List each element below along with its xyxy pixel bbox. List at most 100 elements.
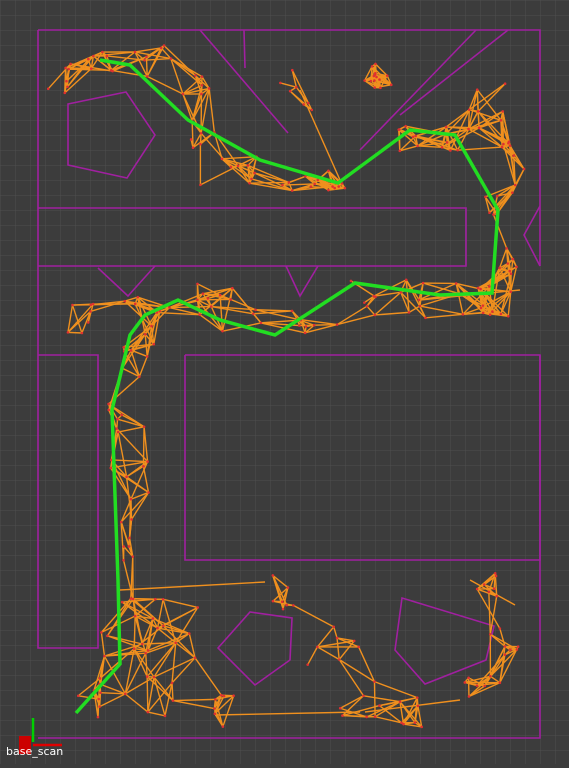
roadmap-node (373, 79, 376, 82)
roadmap-node (202, 292, 205, 295)
roadmap-node (247, 164, 250, 167)
roadmap-node (307, 102, 310, 105)
roadmap-node (305, 325, 308, 328)
roadmap-node (134, 303, 137, 306)
roadmap-node (147, 491, 150, 494)
roadmap-node (504, 653, 507, 656)
roadmap-node (516, 648, 519, 651)
roadmap-node (489, 633, 492, 636)
roadmap-node (363, 301, 366, 304)
roadmap-node (146, 675, 149, 678)
roadmap-node (122, 545, 125, 548)
roadmap-node (316, 646, 319, 649)
roadmap-node (221, 158, 224, 161)
roadmap-node (482, 312, 485, 315)
roadmap-node (414, 135, 417, 138)
roadmap-node (495, 595, 498, 598)
roadmap-node (313, 183, 316, 186)
roadmap-node (99, 677, 102, 680)
roadmap-node (501, 110, 504, 113)
roadmap-node (97, 716, 100, 719)
notch-2 (244, 30, 245, 68)
roadmap-node (198, 313, 201, 316)
roadmap-node (92, 55, 95, 58)
roadmap-node (500, 313, 503, 316)
roadmap-node (362, 694, 365, 697)
roadmap-node (412, 136, 415, 139)
roadmap-node (501, 146, 504, 149)
roadmap-node (66, 85, 69, 88)
roadmap-node (399, 700, 402, 703)
roadmap-node (164, 715, 167, 718)
roadmap-node (310, 185, 313, 188)
roadmap-node (279, 82, 282, 85)
roadmap-edge (143, 427, 144, 467)
roadmap-node (207, 297, 210, 300)
map-canvas[interactable] (0, 0, 569, 764)
roadmap-node (375, 76, 378, 79)
roadmap-node (373, 75, 376, 78)
roadmap-node (71, 304, 74, 307)
roadmap-node (304, 332, 307, 335)
roadmap-node (476, 684, 479, 687)
roadmap-node (154, 598, 157, 601)
roadmap-node (163, 44, 166, 47)
roadmap-node (496, 195, 499, 198)
roadmap-node (489, 675, 492, 678)
roadmap-node (483, 685, 486, 688)
roadmap-node (365, 716, 368, 719)
roadmap-node (272, 600, 275, 603)
roadmap-node (220, 694, 223, 697)
roadmap-node (150, 325, 153, 328)
roadmap-node (509, 290, 512, 293)
roadmap-node (123, 300, 126, 303)
roadmap-node (199, 143, 202, 146)
roadmap-node (248, 182, 251, 185)
roadmap-node (121, 601, 124, 604)
roadmap-node (196, 283, 199, 286)
roadmap-node (366, 305, 369, 308)
roadmap-node (331, 185, 334, 188)
roadmap-node (142, 465, 145, 468)
roadmap-node (333, 187, 336, 190)
roadmap-node (313, 324, 316, 327)
roadmap-node (90, 67, 93, 70)
roadmap-node (160, 47, 163, 50)
roadmap-edge (477, 90, 478, 112)
roadmap-node (404, 125, 407, 128)
roadmap-node (414, 721, 417, 724)
roadmap-node (117, 431, 120, 434)
roadmap-node (128, 545, 131, 548)
roadmap-node (260, 322, 263, 325)
roadmap-node (107, 403, 110, 406)
roadmap-node (512, 258, 515, 261)
roadmap-node (281, 184, 284, 187)
roadmap-node (125, 475, 128, 478)
roadmap-node (136, 296, 139, 299)
roadmap-node (67, 68, 70, 71)
roadmap-node (254, 308, 257, 311)
roadmap-node (468, 695, 471, 698)
roadmap-node (508, 270, 511, 273)
roadmap-node (237, 164, 240, 167)
roadmap-node (145, 56, 148, 59)
roadmap-node (445, 126, 448, 129)
roadmap-node (190, 138, 193, 141)
roadmap-node (476, 88, 479, 91)
roadmap-node (441, 146, 444, 149)
roadmap-node (67, 331, 70, 334)
roadmap-node (491, 310, 494, 313)
roadmap-node (69, 63, 72, 66)
roadmap-node (363, 79, 366, 82)
roadmap-node (223, 695, 226, 698)
roadmap-node (416, 696, 419, 699)
roadmap-node (231, 287, 234, 290)
roadmap-node (138, 375, 141, 378)
roadmap-node (291, 310, 294, 313)
roadmap-node (482, 304, 485, 307)
roadmap-node (130, 349, 133, 352)
map-viewport[interactable]: base_scan (0, 0, 569, 764)
roadmap-node (196, 299, 199, 302)
roadmap-node (146, 75, 149, 78)
roadmap-node (418, 298, 421, 301)
